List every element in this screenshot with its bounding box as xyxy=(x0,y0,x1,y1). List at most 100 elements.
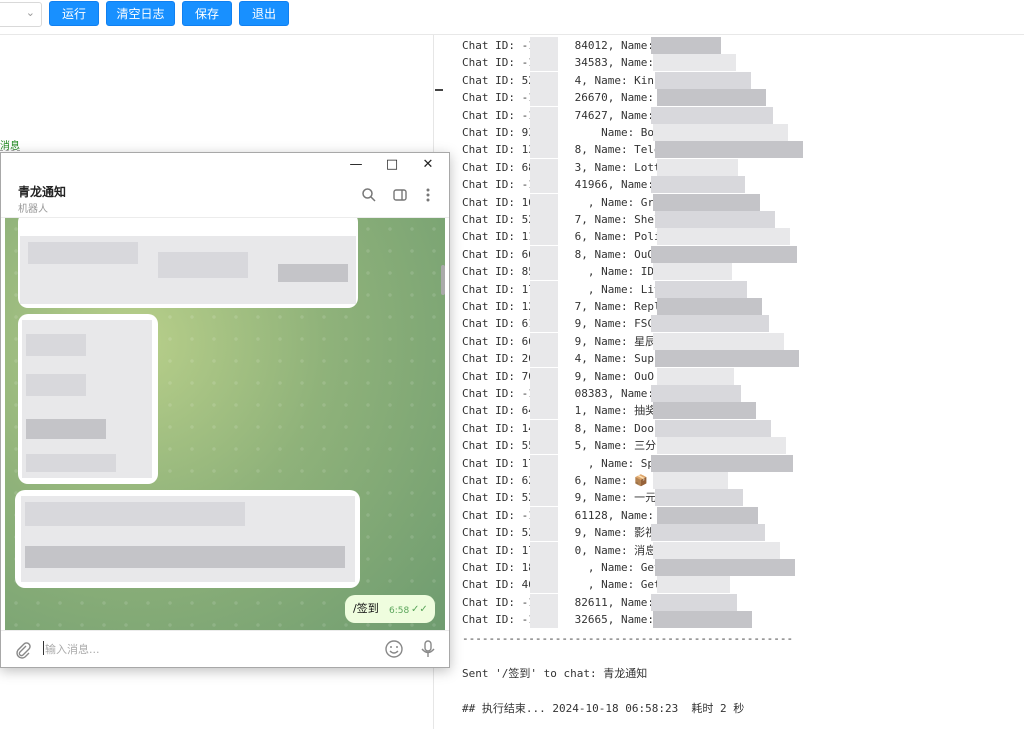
redacted-block xyxy=(651,315,769,333)
log-line: Chat ID: 6611 9, Name: 星辰 xyxy=(462,334,657,348)
log-line: Chat ID: -100 08383, Name: xyxy=(462,387,661,400)
toolbar: ⌄ 运行 清空日志 保存 退出 xyxy=(0,0,1024,35)
redacted-block xyxy=(530,141,558,159)
log-line: Chat ID: -100 32665, Name: xyxy=(462,613,661,627)
sidebar-toggle-icon[interactable] xyxy=(390,185,410,205)
log-line: Chat ID: 6420 1, Name: 抽奖 xyxy=(462,404,657,418)
redacted-block xyxy=(530,593,558,611)
redacted-block xyxy=(530,541,558,559)
redacted-block xyxy=(657,298,762,315)
log-line: Chat ID: 1745 0, Name: 消息 xyxy=(462,543,657,557)
redacted-block xyxy=(655,141,803,159)
redacted-block xyxy=(530,263,558,281)
exit-button[interactable]: 退出 xyxy=(239,1,289,26)
redacted-block xyxy=(655,211,775,228)
double-check-icon: ✓✓ xyxy=(411,604,428,615)
redacted-block xyxy=(530,228,558,246)
save-button[interactable]: 保存 xyxy=(182,1,232,26)
log-line: Chat ID: 6140 9, Name: FSC xyxy=(462,317,655,331)
log-line: Chat ID: -100 74627, Name: xyxy=(462,108,661,122)
redacted-block xyxy=(530,245,558,263)
redacted-block xyxy=(530,71,558,89)
chat-title: 青龙通知 xyxy=(18,185,67,199)
redacted-block xyxy=(651,593,737,611)
log-line: Chat ID: -100 61128, Name: xyxy=(462,508,661,522)
log-line: Chat ID: 1627 , Name: Group xyxy=(462,195,674,209)
attach-icon[interactable] xyxy=(13,640,33,660)
script-select[interactable]: ⌄ xyxy=(0,2,42,27)
log-line: Chat ID: 5297 9, Name: 影视 xyxy=(462,526,657,540)
redacted-block xyxy=(530,54,558,72)
redacted-block xyxy=(657,89,766,107)
divider xyxy=(0,150,20,151)
text-caret xyxy=(43,641,44,655)
redacted-block xyxy=(530,367,558,385)
window-titlebar[interactable]: — □ ✕ xyxy=(1,153,449,175)
run-button[interactable]: 运行 xyxy=(49,1,99,26)
emoji-icon[interactable] xyxy=(384,639,404,659)
incoming-message[interactable] xyxy=(18,314,158,484)
log-line: Chat ID: 1326 8, Name: Tele xyxy=(462,143,661,157)
redacted-block xyxy=(653,263,732,281)
redacted-block xyxy=(655,419,771,437)
redacted-block xyxy=(651,385,741,402)
redacted-block xyxy=(653,124,788,141)
more-vertical-icon[interactable] xyxy=(418,185,438,205)
redacted-block xyxy=(655,489,743,507)
redacted-block xyxy=(530,37,558,54)
maximize-icon[interactable]: □ xyxy=(380,155,404,173)
log-line: Chat ID: -100 26670, Name: xyxy=(462,91,661,105)
message-composer[interactable]: 输入消息... xyxy=(1,630,449,667)
redacted-block xyxy=(530,385,558,402)
log-line: Chat ID: 1794 , Name: Liveg xyxy=(462,282,674,296)
outgoing-message[interactable]: /签到 6:58 ✓✓ xyxy=(345,595,435,623)
telegram-window[interactable]: — □ ✕ 青龙通知 机器人 /签到 6:58 ✓✓ 输入消息... xyxy=(0,152,450,668)
redacted-block xyxy=(653,402,756,420)
redacted-block xyxy=(655,350,799,368)
log-line: Chat ID: 1148 6, Name: Poli xyxy=(462,230,661,244)
redacted-block xyxy=(657,437,786,455)
incoming-message[interactable] xyxy=(15,490,360,588)
close-icon[interactable]: ✕ xyxy=(416,155,440,173)
chat-area[interactable]: /签到 6:58 ✓✓ xyxy=(5,218,445,630)
log-sent-line: Sent '/签到' to chat: 青龙通知 xyxy=(462,667,648,680)
log-line: Chat ID: 6622 8, Name: OuO xyxy=(462,247,655,261)
scrollbar[interactable] xyxy=(441,265,445,295)
log-line: Chat ID: 7087 9, Name: OuO xyxy=(462,369,655,383)
log-pane: Chat ID: -100 84012, Name: Chat ID: -100… xyxy=(446,35,1024,729)
redacted-block xyxy=(530,298,558,315)
redacted-block xyxy=(655,559,795,576)
log-line: Chat ID: -100 34583, Name: xyxy=(462,56,661,70)
redacted-block xyxy=(26,334,86,356)
redacted-block xyxy=(651,176,745,194)
log-line: Chat ID: -100 84012, Name: xyxy=(462,39,661,52)
redacted-block xyxy=(651,524,765,542)
redacted-block xyxy=(653,193,760,211)
microphone-icon[interactable] xyxy=(418,639,438,659)
redacted-block xyxy=(651,106,773,124)
chat-header[interactable]: 青龙通知 机器人 xyxy=(1,175,449,218)
redacted-block xyxy=(655,280,747,298)
redacted-block xyxy=(530,472,558,489)
redacted-block xyxy=(530,158,558,176)
redacted-block xyxy=(530,332,558,350)
redacted-block xyxy=(530,454,558,472)
message-input[interactable]: 输入消息... xyxy=(45,641,100,657)
search-icon[interactable] xyxy=(359,185,379,205)
redacted-block xyxy=(655,71,751,89)
redacted-block xyxy=(530,437,558,455)
log-line: Chat ID: 4606 , Name: Get M xyxy=(462,578,674,592)
incoming-message[interactable] xyxy=(18,218,358,308)
redacted-block xyxy=(158,252,248,278)
redacted-block xyxy=(657,228,790,246)
redacted-block xyxy=(653,541,780,559)
clear-log-button[interactable]: 清空日志 xyxy=(106,1,175,26)
redacted-block xyxy=(530,611,558,629)
minimize-icon[interactable]: — xyxy=(344,155,368,173)
pane-splitter[interactable] xyxy=(435,89,443,91)
redacted-block xyxy=(530,489,558,507)
redacted-block xyxy=(530,89,558,107)
log-line: Chat ID: -100 82611, Name: xyxy=(462,595,661,609)
redacted-block xyxy=(530,193,558,211)
log-line: Chat ID: 1866 , Name: GetID xyxy=(462,561,674,574)
